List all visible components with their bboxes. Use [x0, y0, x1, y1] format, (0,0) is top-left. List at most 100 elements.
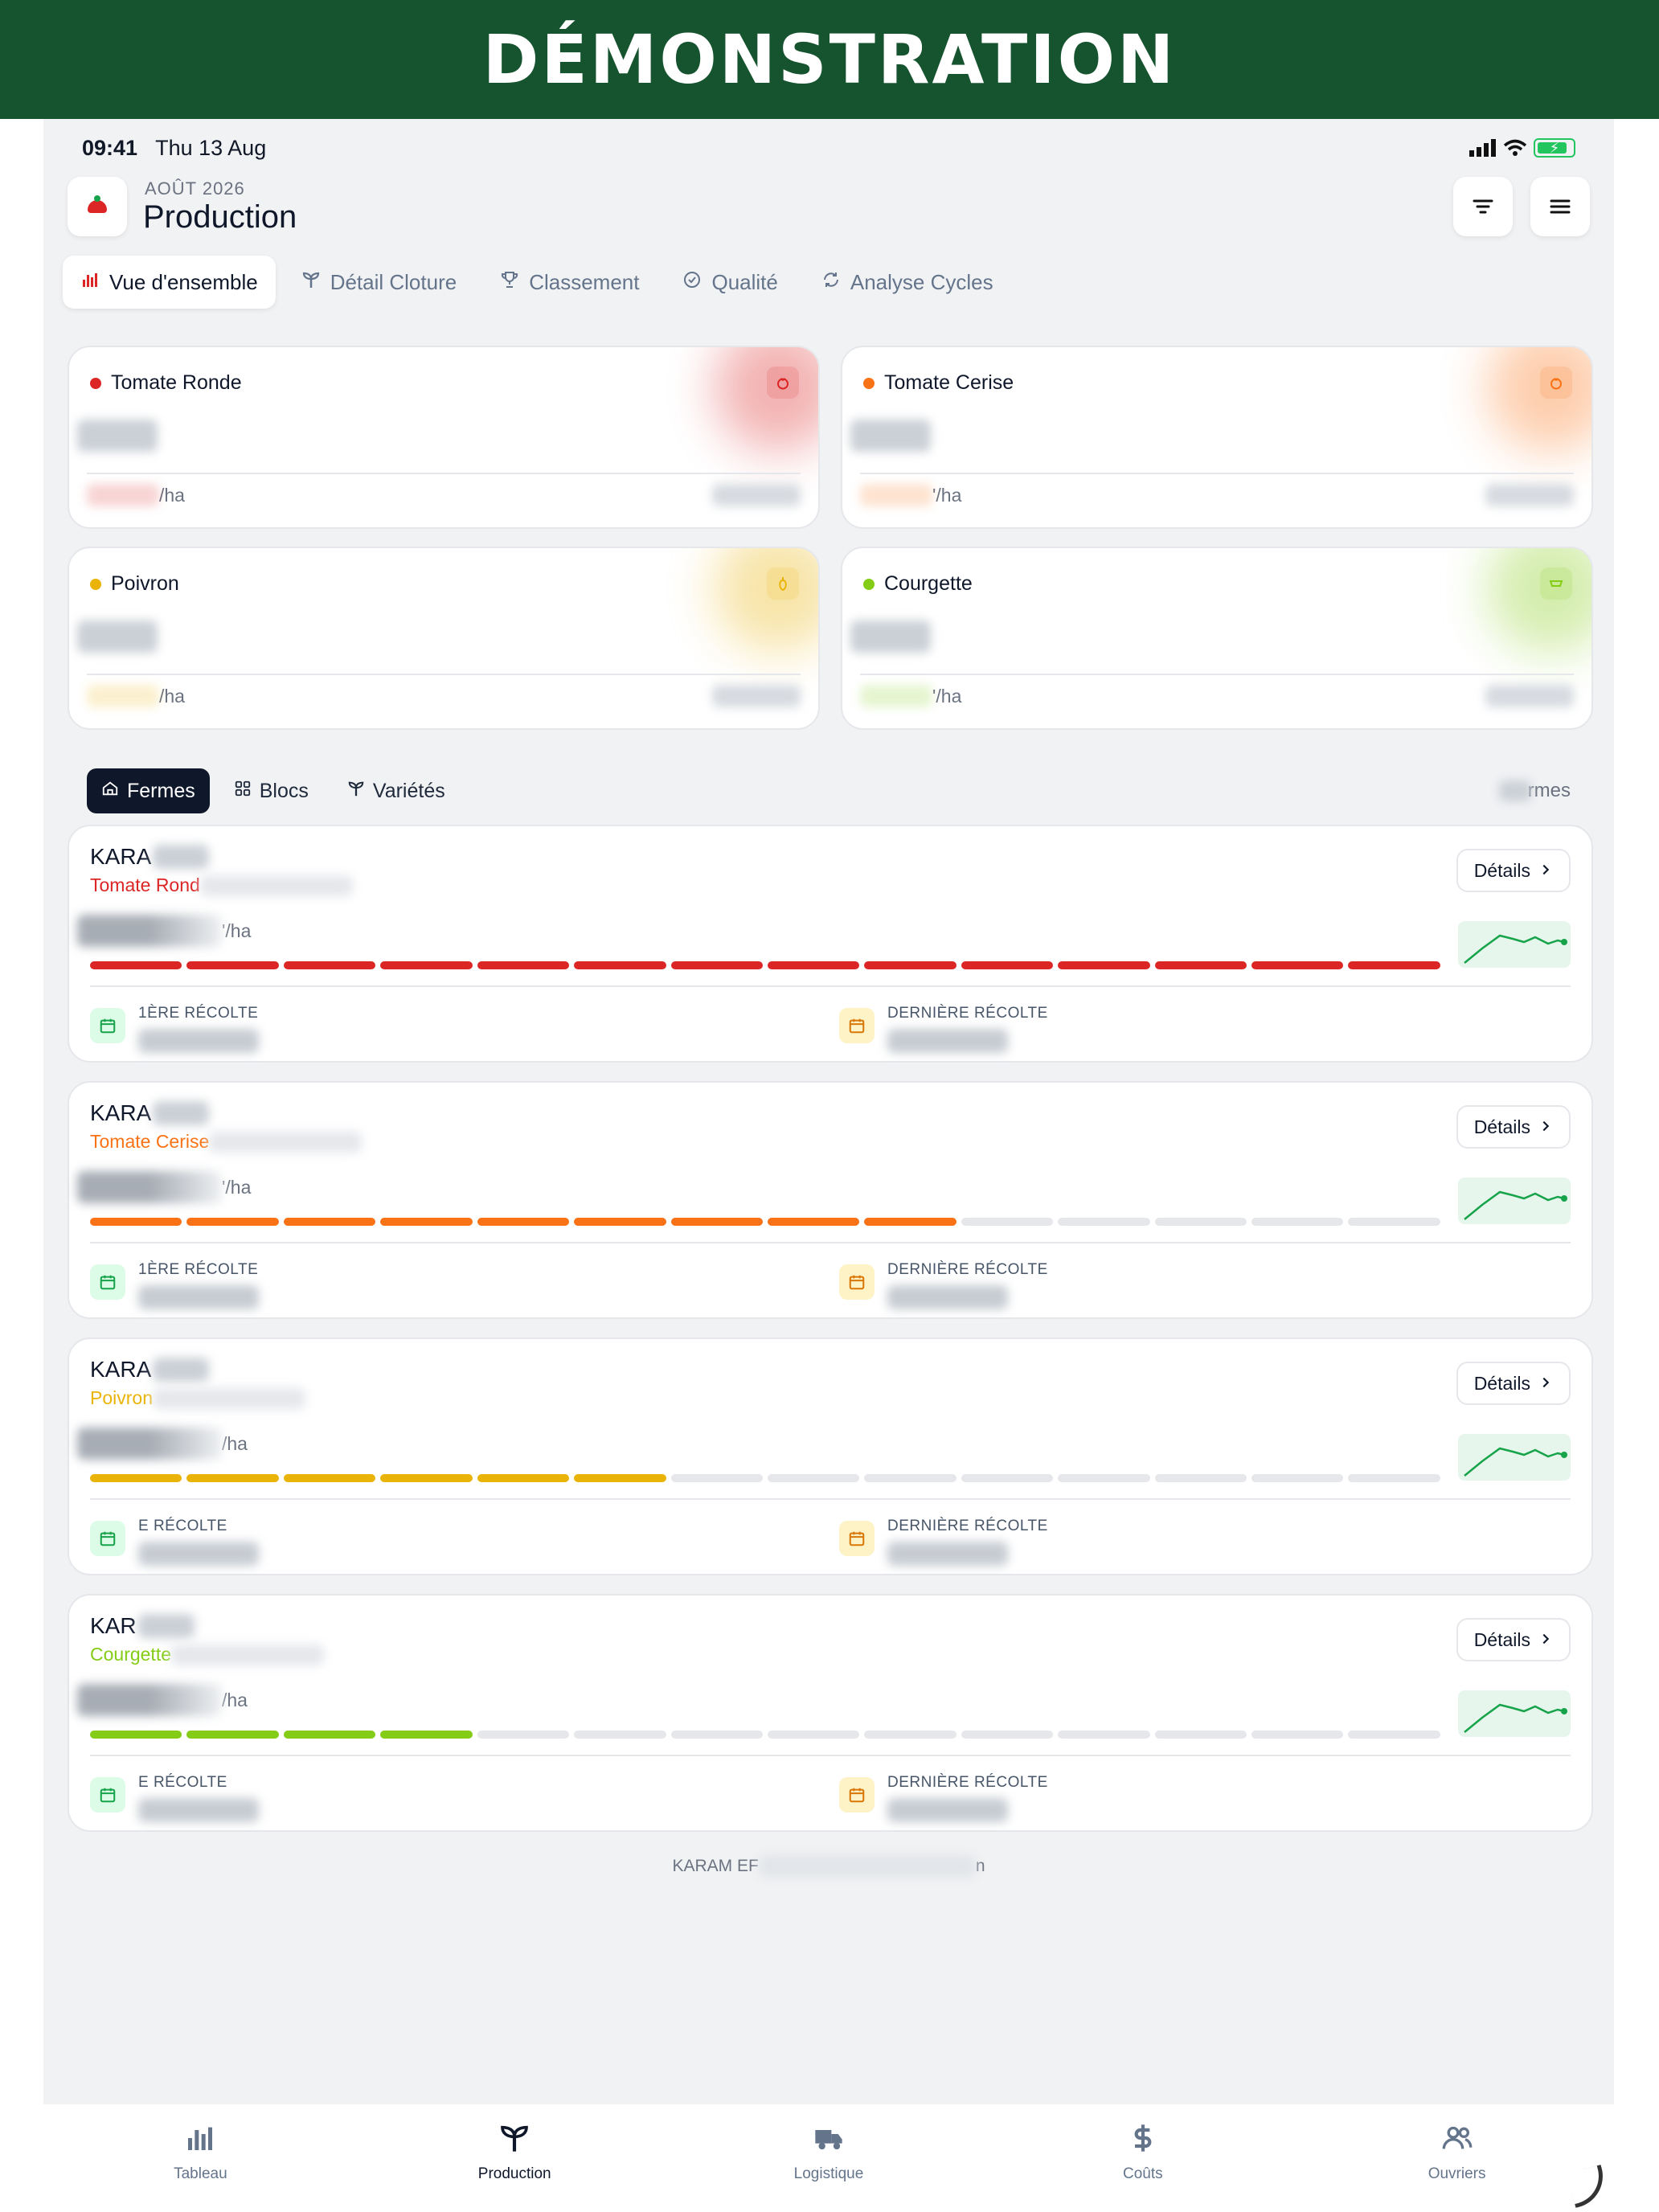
progress-segment — [1251, 1218, 1344, 1226]
bar-chart-icon — [80, 270, 100, 295]
farm-name-redacted — [153, 845, 210, 869]
nav-label: Tableau — [174, 2165, 227, 2182]
progress-segment — [90, 1218, 182, 1226]
crop-color-dot — [90, 377, 101, 389]
subtab-label: Variétés — [372, 779, 445, 802]
progress-segment — [477, 1218, 570, 1226]
sprout-icon — [301, 270, 321, 295]
crop-summary-grid: Tomate Ronde/ha Tomate Cerise '/ha Poivron /… — [68, 346, 1593, 730]
farm-name-label: KARA — [90, 844, 152, 869]
progress-segment — [574, 1474, 666, 1482]
main-tabs: Vue d'ensemble Détail Cloture Classement Qu… — [63, 256, 1011, 309]
nav-item-ouvriers[interactable]: Ouvriers — [1300, 2104, 1614, 2212]
crop-color-dot — [863, 578, 875, 590]
details-button[interactable]: Détails — [1456, 1618, 1571, 1661]
tab-1[interactable]: Détail Cloture — [284, 256, 475, 309]
subtab-0[interactable]: Fermes — [87, 768, 210, 813]
progress-segment — [90, 1731, 182, 1739]
farm-yield: /ha — [77, 1684, 248, 1716]
progress-segment — [380, 961, 473, 969]
tab-3[interactable]: Qualité — [665, 256, 795, 309]
divider — [860, 674, 1574, 675]
farm-yield: '/ha — [77, 915, 251, 947]
subtab-1[interactable]: Blocs — [219, 768, 323, 813]
filter-icon — [1473, 199, 1493, 214]
nav-item-production[interactable]: Production — [358, 2104, 672, 2212]
farm-card[interactable]: KARA Tomate Rond '/ha Détails 1ÈRE RÉCOLTE DE… — [68, 825, 1593, 1063]
grid-icon — [234, 780, 252, 803]
farm-yield-unit: '/ha — [222, 920, 252, 941]
crop-yield-redacted — [860, 685, 932, 707]
tab-4[interactable]: Analyse Cycles — [804, 256, 1011, 309]
farm-crop-redacted — [199, 875, 353, 896]
divider — [860, 473, 1574, 474]
harvest-date-redacted — [138, 1029, 259, 1053]
crop-card[interactable]: Courgette '/ha — [841, 547, 1593, 730]
details-label: Détails — [1473, 1116, 1530, 1137]
crop-yield-unit: /ha — [159, 484, 185, 506]
harvest-date-redacted — [887, 1798, 1008, 1822]
farms-count-label: rmes — [1527, 780, 1571, 801]
harvest-label: 1ÈRE RÉCOLTE — [138, 1261, 259, 1278]
progress-segment — [864, 1474, 956, 1482]
details-button[interactable]: Détails — [1456, 849, 1571, 892]
details-button[interactable]: Détails — [1456, 1105, 1571, 1149]
crop-card[interactable]: Tomate Ronde/ha — [68, 346, 820, 529]
demo-banner: DÉMONSTRATION — [0, 0, 1659, 119]
divider — [87, 674, 801, 675]
page-title: Production — [143, 199, 297, 235]
sparkline — [1458, 921, 1571, 968]
crop-total-redacted — [77, 420, 158, 452]
progress-segment — [767, 961, 860, 969]
crop-name: Poivron — [90, 572, 179, 596]
filter-button[interactable] — [1453, 177, 1513, 236]
farm-yield: '/ha — [77, 1171, 251, 1203]
menu-button[interactable] — [1530, 177, 1590, 236]
progress-segment — [477, 1731, 570, 1739]
harvest-info: 1ÈRE RÉCOLTE — [138, 998, 259, 1057]
menu-icon — [1550, 199, 1571, 214]
farms-count: rmes — [1498, 780, 1571, 802]
farm-card[interactable]: KARA Tomate Cerise '/ha Détails 1ÈRE RÉCOLTE… — [68, 1081, 1593, 1319]
calendar-icon — [839, 1521, 875, 1556]
tab-2[interactable]: Classement — [482, 256, 657, 309]
farm-card[interactable]: KAR Courgette/ha Détails E RÉCOLTE DERNIÈRE … — [68, 1594, 1593, 1832]
harvest-date-redacted — [887, 1542, 1008, 1566]
crop-card[interactable]: Poivron/ha — [68, 547, 820, 730]
harvest-date-redacted — [887, 1029, 1008, 1053]
harvest-info: DERNIÈRE RÉCOLTE — [887, 1255, 1048, 1313]
nav-item-coûts[interactable]: Coûts — [985, 2104, 1300, 2212]
app-screen: 09:41 Thu 13 Aug ⚡ AOÛT 2026 Production … — [43, 119, 1614, 2212]
farm-icon — [101, 780, 119, 803]
crop-yield: /ha — [87, 685, 185, 707]
details-button[interactable]: Détails — [1456, 1362, 1571, 1405]
crop-secondary-redacted — [712, 484, 801, 506]
nav-item-tableau[interactable]: Tableau — [43, 2104, 358, 2212]
app-logo[interactable] — [68, 177, 127, 236]
progress-bar — [90, 1731, 1440, 1739]
progress-segment — [574, 961, 666, 969]
divider — [90, 1755, 1571, 1756]
details-label: Détails — [1473, 1628, 1530, 1650]
farm-name-label: KARA — [90, 1100, 152, 1125]
list-mode-tabs: Fermes Blocs Variétés — [87, 768, 460, 813]
tab-0[interactable]: Vue d'ensemble — [63, 256, 276, 309]
progress-segment — [1348, 1218, 1440, 1226]
farm-yield-redacted — [77, 1684, 222, 1716]
users-icon — [1441, 2122, 1473, 2159]
subtab-label: Blocs — [259, 779, 309, 802]
nav-label: Production — [477, 2165, 551, 2182]
farm-crop-label: Tomate Cerise — [90, 1131, 210, 1152]
progress-segment — [670, 961, 763, 969]
chevron-right-icon — [1538, 1373, 1553, 1395]
subtab-2[interactable]: Variétés — [333, 768, 460, 813]
progress-segment — [961, 1474, 1054, 1482]
progress-segment — [670, 1218, 763, 1226]
farm-name-redacted — [153, 1101, 210, 1125]
crop-card[interactable]: Tomate Cerise '/ha — [841, 346, 1593, 529]
farm-crop-label: Courgette — [90, 1644, 172, 1665]
progress-segment — [574, 1731, 666, 1739]
crop-total-redacted — [77, 621, 158, 653]
farm-card[interactable]: KARA Poivron/ha Détails E RÉCOLTE DERNIÈRE R… — [68, 1337, 1593, 1575]
nav-item-logistique[interactable]: Logistique — [672, 2104, 986, 2212]
